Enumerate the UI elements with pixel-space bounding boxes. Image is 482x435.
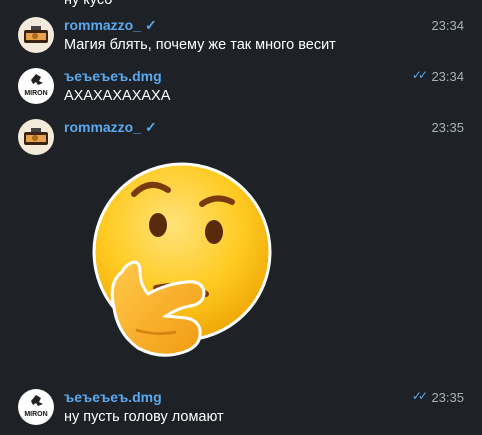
rommazzo-avatar-icon: [24, 128, 48, 145]
avatar-label: MIRON: [24, 90, 47, 97]
avatar[interactable]: MIRON: [18, 389, 54, 425]
avatar-label: MIRON: [24, 411, 47, 418]
sender-name[interactable]: ъеъеъеъ.dmg: [64, 68, 162, 84]
message-row[interactable]: rommazzo_ ✓ 23:35: [0, 112, 482, 372]
avatar[interactable]: [18, 17, 54, 53]
message-row[interactable]: MIRON ъеъеъеъ.dmg ✓✓ 23:35 ну пусть голо…: [0, 382, 482, 432]
sender-name-text[interactable]: rommazzo_: [64, 119, 141, 135]
message-row[interactable]: rommazzo_ ✓ 23:34 Магия блять, почему же …: [0, 10, 482, 60]
avatar[interactable]: MIRON: [18, 68, 54, 104]
previous-message-text: ну кусо: [64, 0, 113, 8]
verified-icon: ✓: [145, 17, 157, 33]
message-time: 23:34: [431, 18, 464, 33]
read-receipt-icon: ✓✓: [411, 68, 428, 82]
miron-avatar-icon: MIRON: [24, 74, 48, 97]
message-text: Магия блять, почему же так много весит: [64, 37, 336, 53]
message-text: ну пусть голову ломают: [64, 409, 224, 425]
sender-name[interactable]: rommazzo_ ✓: [64, 119, 157, 136]
message-time: 23:35: [431, 390, 464, 405]
message-time: 23:34: [431, 69, 464, 84]
thinking-face-emoji-sticker[interactable]: [84, 160, 274, 360]
read-receipt-icon: ✓✓: [411, 389, 428, 403]
sender-name[interactable]: ъеъеъеъ.dmg: [64, 389, 162, 405]
sender-name-text[interactable]: rommazzo_: [64, 17, 141, 33]
verified-icon: ✓: [145, 119, 157, 135]
miron-avatar-icon: MIRON: [24, 395, 48, 418]
rommazzo-avatar-icon: [24, 26, 48, 43]
message-time: 23:35: [431, 120, 464, 135]
message-text: АХАХАХАХАХА: [64, 88, 171, 104]
avatar[interactable]: [18, 119, 54, 155]
sender-name[interactable]: rommazzo_ ✓: [64, 17, 157, 34]
message-row[interactable]: MIRON ъеъеъеъ.dmg ✓✓ 23:34 АХАХАХАХАХА: [0, 61, 482, 111]
